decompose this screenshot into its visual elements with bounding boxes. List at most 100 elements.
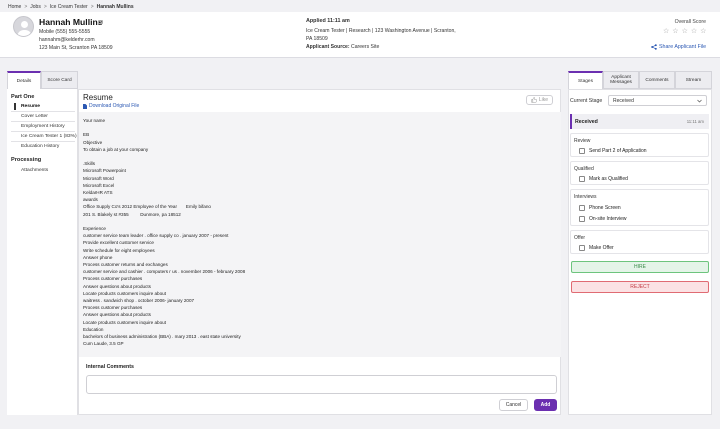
checkbox-icon[interactable] [579,148,585,154]
nav-divider [11,141,75,142]
avatar [13,16,34,37]
nav-item-resume[interactable]: Resume [21,104,40,109]
tab-stream[interactable]: Stream [675,71,712,89]
checkbox-icon[interactable] [579,176,585,182]
resume-line: To obtain a job at your company [83,146,149,152]
cancel-button[interactable]: Cancel [499,399,528,411]
resume-line: customer service team leader . office su… [83,233,229,239]
like-button[interactable]: Like [526,95,553,105]
applicant-source-label: Applicant Source: [306,44,350,50]
internal-comments-input[interactable] [86,375,557,394]
checkbox-onsite-interview[interactable]: On-site Interview [579,216,627,222]
reject-button[interactable]: REJECT [571,281,709,293]
stage-offer: Offer Make Offer [570,230,709,254]
download-label: Download Original File [89,103,140,109]
stage-qualified: Qualified Mark as Qualified [570,161,709,185]
breadcrumb-job[interactable]: Ice Cream Tester [50,4,88,10]
nav-item-education-history[interactable]: Education History [21,144,59,149]
tab-score-card[interactable]: Score Card [41,71,78,89]
breadcrumb: Home > Jobs > Ice Cream Tester > Hannah … [8,4,134,10]
stage-review: Review Send Part 2 of Application [570,133,709,157]
star-icon[interactable]: ☆ [691,28,697,35]
like-label: Like [538,97,549,103]
candidate-address: 123 Main St, Scranton PA 18509 [39,45,113,51]
stage-interviews: Interviews Phone Screen On-site Intervie… [570,189,709,226]
current-stage-label: Current Stage [570,98,603,104]
current-stage-select[interactable]: Received [608,95,707,106]
candidate-mobile: Mobile (555) 555-5555 [39,29,91,35]
nav-active-indicator [14,103,16,110]
checkbox-icon[interactable] [579,245,585,251]
add-comment-button[interactable]: Add [534,399,557,411]
nav-item-employment-history[interactable]: Employment History [21,124,65,129]
share-applicant-link[interactable]: Share Applicant File [651,44,706,50]
resume-line: Experience [83,226,106,231]
resume-line: Locate products customers inquire about [83,319,166,325]
candidate-email[interactable]: hannahm@kelderhr.com [39,37,95,43]
resume-line: Cum Laude, 3.5 GP [83,341,124,347]
resume-title: Resume [83,93,113,102]
checkbox-phone-screen[interactable]: Phone Screen [579,205,621,211]
nav-item-attachments[interactable]: Attachments [21,168,48,173]
stage-offer-label: Offer [574,235,586,241]
star-icon[interactable]: ☆ [682,28,688,35]
resume-line: Objective [83,139,103,145]
breadcrumb-separator: > [90,4,94,10]
resume-line: Process customer returns and exchanges [83,262,168,267]
tab-details[interactable]: Details [7,71,41,89]
checkbox-icon[interactable] [579,216,585,222]
resume-line: Office Supply Co's 2012 Employee of the … [83,204,211,210]
resume-line: Process customer purchases [83,276,143,282]
resume-document: Your name EB Objective To obtain a job at … [79,112,561,357]
breadcrumb-home[interactable]: Home [8,4,21,10]
breadcrumb-separator: > [43,4,47,10]
contact-card-icon[interactable] [98,20,103,24]
checkbox-label: Make Offer [589,245,614,251]
resume-line [83,125,88,130]
nav-heading-part-one: Part One [11,94,35,100]
star-icon[interactable]: ☆ [700,28,706,35]
resume-line: Write schedule for eight employees [83,247,155,253]
nav-divider [11,131,75,132]
stage-interviews-label: Interviews [574,194,597,200]
internal-comments-label: Internal Comments [86,364,134,370]
checkbox-label: Phone Screen [589,205,621,211]
stage-qualified-label: Qualified [574,166,594,172]
checkbox-icon[interactable] [579,205,585,211]
resume-line: Answer questions about products [83,312,151,318]
star-icon[interactable]: ☆ [672,28,678,35]
tab-messages-line-2: Messages [610,80,632,85]
breadcrumb-separator: > [24,4,28,10]
star-rating[interactable]: ☆ ☆ ☆ ☆ ☆ [663,28,706,35]
download-original-link[interactable]: Download Original File [83,103,139,109]
candidate-name: Hannah Mullins [39,17,103,27]
share-label: Share Applicant File [659,44,707,50]
tab-applicant-messages[interactable]: Applicant Messages [603,71,639,89]
resume-line: 201 S. Blakely st #355 Dunmore, pa 18512 [83,211,181,217]
left-tabs: Details Score Card [7,71,78,89]
resume-line: KeldarHR ATS [83,190,113,195]
file-icon [83,103,87,109]
chevron-down-icon [697,99,702,102]
checkbox-make-offer[interactable]: Make Offer [579,245,614,251]
nav-item-cover-letter[interactable]: Cover Letter [21,114,48,119]
resume-line: .Skills [83,161,95,167]
share-icon [651,44,657,50]
nav-item-questionnaire[interactable]: Ice Cream Tester 1 (83%) [21,134,77,139]
breadcrumb-jobs[interactable]: Jobs [30,4,41,10]
applicant-source-value: Careers Site [351,44,380,50]
tab-comments[interactable]: Comments [639,71,675,89]
applicant-source: Applicant Source: Careers Site [306,44,379,50]
checkbox-mark-qualified[interactable]: Mark as Qualified [579,176,628,182]
job-line-1: Ice Cream Tester | Research | 123 Washin… [306,28,456,34]
right-tabs: Stages Applicant Messages Comments Strea… [568,71,712,89]
star-icon[interactable]: ☆ [663,28,669,35]
hire-button[interactable]: HIRE [571,261,709,273]
resume-line: Microsoft Powerpoint [83,168,126,174]
resume-line: awards [83,197,98,203]
resume-line: Education [83,326,104,332]
checkbox-send-part-2[interactable]: Send Part 2 of Application [579,148,647,154]
resume-line: customer service and cashier . computers… [83,269,246,275]
checkbox-label: Send Part 2 of Application [589,148,647,154]
tab-stages[interactable]: Stages [568,71,603,89]
